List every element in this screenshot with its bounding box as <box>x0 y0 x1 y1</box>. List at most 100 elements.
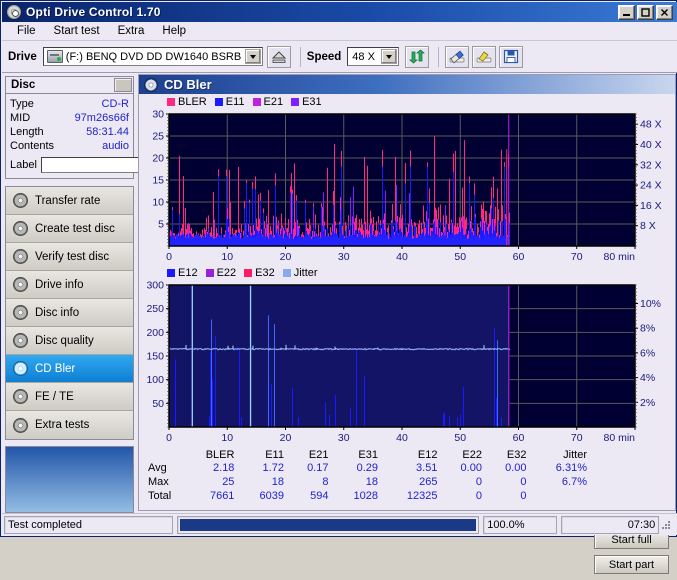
table-row: Total 7661 6039 594 1028 12325 0 0 <box>145 489 590 503</box>
legend-entry-bler: BLER <box>167 96 207 108</box>
svg-text:10%: 10% <box>640 298 661 310</box>
stats-cell: 6.31% <box>555 462 587 474</box>
stats-cell: 1.72 <box>262 462 284 474</box>
refresh-button[interactable] <box>405 45 430 68</box>
close-button[interactable] <box>656 4 673 20</box>
legend-entry-e22: E22 <box>205 267 237 279</box>
disc-row-mid: MID 97m26s66f <box>10 111 129 125</box>
maximize-button[interactable] <box>637 4 654 20</box>
svg-text:70: 70 <box>571 432 583 444</box>
disc-row-type: Type CD-R <box>10 97 129 111</box>
stats-cell <box>530 489 591 503</box>
legend-label: E32 <box>255 267 275 279</box>
stats-cell: 0.17 <box>307 462 329 474</box>
svg-text:150: 150 <box>146 351 164 363</box>
chevron-down-icon[interactable] <box>381 49 398 64</box>
svg-text:25: 25 <box>152 131 164 143</box>
title-bar: Opti Drive Control 1.70 <box>2 2 677 22</box>
sidebar-item-disc-info[interactable]: Disc info <box>6 299 133 327</box>
svg-text:10: 10 <box>221 251 233 263</box>
svg-text:300: 300 <box>146 280 164 292</box>
sidebar-item-fe-te[interactable]: FE / TE <box>6 383 133 411</box>
status-message: Test completed <box>4 515 173 534</box>
table-row: Max 25 18 8 18 265 0 0 6.7% <box>145 475 590 489</box>
toolbar: Drive (F:) BENQ DVD DD DW1640 BSRB Speed… <box>2 41 677 73</box>
stats-cell: 594 <box>310 490 329 502</box>
minimize-button[interactable] <box>618 4 635 20</box>
disc-label-key: Label <box>10 159 37 171</box>
legend-label: BLER <box>178 96 207 108</box>
svg-text:32 X: 32 X <box>640 159 662 171</box>
svg-text:30: 30 <box>338 432 350 444</box>
stats-cell: 0.00 <box>505 462 527 474</box>
disc-icon <box>13 277 28 292</box>
legend-swatch-e22 <box>205 269 214 277</box>
sidebar-item-drive-info[interactable]: Drive info <box>6 271 133 299</box>
legend-entry-e32: E32 <box>244 267 275 279</box>
stats-col-jitter: Jitter <box>563 449 587 461</box>
svg-text:5: 5 <box>158 219 164 231</box>
menu-start-test[interactable]: Start test <box>45 23 109 39</box>
start-part-label: Start part <box>608 558 655 571</box>
progress-fill <box>179 518 477 531</box>
bler-chart: 5 10 15 20 25 30 8 X 16 X 24 X 32 X 40 X 48 X 0 10 20 3… <box>139 109 675 264</box>
stats-cell: 0 <box>475 476 482 488</box>
disc-section-toggle[interactable] <box>114 78 132 92</box>
status-message-text: Test completed <box>8 518 82 531</box>
sidebar-item-cd-bler[interactable]: CD Bler <box>6 355 133 383</box>
menu-file-label: File <box>17 25 36 37</box>
nav-list: Transfer rate Create test disc Verify te… <box>5 186 134 440</box>
stats-corner <box>145 449 181 461</box>
sidebar-item-label: CD Bler <box>35 362 76 375</box>
elapsed-time: 07:30 <box>560 515 660 534</box>
stats-col-e21: E21 <box>308 449 329 461</box>
sidebar-item-extra-tests[interactable]: Extra tests <box>6 411 133 439</box>
legend-swatch-e21 <box>252 98 261 106</box>
legend-entry-e12: E12 <box>167 267 198 279</box>
svg-text:250: 250 <box>146 303 164 315</box>
stats-cell: 25 <box>222 476 235 488</box>
svg-text:10: 10 <box>221 432 233 444</box>
stats-header-row: BLER E11 E21 E31 E12 E22 E32 Jitter <box>145 449 590 461</box>
erase-button[interactable] <box>445 45 470 68</box>
drive-select[interactable]: (F:) BENQ DVD DD DW1640 BSRB <box>42 47 263 66</box>
chevron-down-icon[interactable] <box>244 49 261 64</box>
stats-col-bler: BLER <box>205 449 235 461</box>
start-part-button[interactable]: Start part <box>594 555 669 574</box>
sidebar-item-label: Disc info <box>35 306 80 319</box>
menu-help[interactable]: Help <box>153 23 195 39</box>
sidebar-item-verify-test-disc[interactable]: Verify test disc <box>6 243 133 271</box>
tools-button[interactable] <box>472 45 497 68</box>
svg-text:60: 60 <box>513 251 525 263</box>
svg-text:50: 50 <box>454 251 466 263</box>
start-full-label: Start full <box>611 533 652 546</box>
sidebar-item-transfer-rate[interactable]: Transfer rate <box>6 187 133 215</box>
save-button[interactable] <box>499 45 524 68</box>
stats-cell: 265 <box>419 476 438 488</box>
svg-text:0: 0 <box>166 251 172 263</box>
legend-entry-jitter: Jitter <box>282 267 318 279</box>
eject-button[interactable] <box>266 45 291 68</box>
stats-cell: 12325 <box>406 490 438 502</box>
speed-select[interactable]: 48 X <box>347 47 400 66</box>
legend-e12-chart: E12 E22 E32 Jitter <box>139 264 675 280</box>
sidebar-item-label: Transfer rate <box>35 194 101 207</box>
resize-grip[interactable] <box>659 518 673 532</box>
panel-header: CD Bler <box>139 75 675 94</box>
disc-row-contents: Contents audio <box>10 139 129 153</box>
window-controls <box>618 4 675 20</box>
legend-label: Jitter <box>293 267 318 279</box>
svg-text:20: 20 <box>152 153 164 165</box>
app-disc-icon <box>6 4 22 20</box>
legend-label: E21 <box>263 96 284 108</box>
legend-label: E22 <box>216 267 237 279</box>
sidebar-item-disc-quality[interactable]: Disc quality <box>6 327 133 355</box>
disc-icon <box>13 361 28 376</box>
menu-file[interactable]: File <box>8 23 45 39</box>
menu-extra[interactable]: Extra <box>109 23 154 39</box>
legend-label: E11 <box>225 96 245 108</box>
stats-cell: 0.00 <box>460 462 482 474</box>
sidebar-item-create-test-disc[interactable]: Create test disc <box>6 215 133 243</box>
svg-text:8%: 8% <box>640 323 655 335</box>
stats-grid: BLER E11 E21 E31 E12 E22 E32 Jitter Avg … <box>145 449 590 503</box>
